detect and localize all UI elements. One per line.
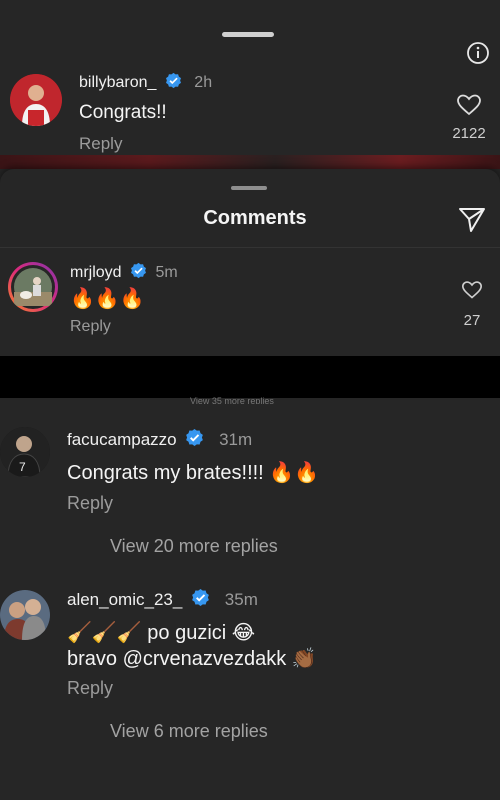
- reply-button[interactable]: Reply: [79, 134, 122, 154]
- comment-username[interactable]: mrjloyd 5m: [70, 262, 178, 282]
- comment-time: 31m: [219, 430, 253, 449]
- background-image-strip: [0, 155, 500, 169]
- comment-time: 5m: [155, 264, 178, 281]
- comment-time: 35m: [224, 590, 258, 609]
- username-text[interactable]: facucampazzo: [67, 430, 177, 449]
- comment-username[interactable]: facucampazzo 31m: [67, 428, 252, 450]
- verified-badge-icon: [192, 588, 209, 607]
- view-more-replies[interactable]: View 20 more replies: [110, 536, 278, 557]
- comment-username[interactable]: billybaron_ 2h: [79, 72, 212, 92]
- comment-text: Congrats!!: [79, 102, 167, 123]
- view-more-replies[interactable]: View 6 more replies: [110, 721, 268, 742]
- reply-button[interactable]: Reply: [67, 678, 113, 699]
- username-text[interactable]: billybaron_: [79, 74, 156, 91]
- comment-text: Congrats my brates!!!! 🔥🔥: [67, 462, 320, 484]
- hidden-view-replies[interactable]: View 35 more replies: [190, 397, 274, 404]
- avatar[interactable]: [0, 590, 50, 640]
- avatar[interactable]: [8, 262, 58, 312]
- username-text[interactable]: alen_omic_23_: [67, 590, 182, 609]
- svg-text:7: 7: [19, 460, 26, 474]
- verified-badge-icon: [186, 428, 204, 447]
- verified-badge-icon: [131, 262, 146, 279]
- username-text[interactable]: mrjloyd: [70, 264, 122, 281]
- black-bar: [0, 356, 500, 398]
- reply-button[interactable]: Reply: [70, 318, 111, 336]
- comment-text-line2: bravo @crvenazvezdakk 👏🏾: [67, 648, 317, 670]
- heart-icon[interactable]: [461, 280, 483, 300]
- like-count: 2122: [452, 125, 486, 142]
- verified-badge-icon: [165, 72, 181, 89]
- sheet-divider: [0, 247, 500, 248]
- like-count: 27: [463, 312, 481, 329]
- avatar[interactable]: [10, 74, 62, 126]
- heart-icon[interactable]: [456, 93, 482, 117]
- comment-username[interactable]: alen_omic_23_ 35m: [67, 588, 258, 610]
- top-drag-handle[interactable]: [222, 32, 274, 37]
- reply-button[interactable]: Reply: [67, 493, 113, 514]
- avatar[interactable]: 7: [0, 427, 50, 477]
- info-icon[interactable]: [466, 41, 490, 65]
- comment-text-line1: 🧹🧹🧹 po guzici 😂: [67, 622, 256, 644]
- sheet-title: Comments: [203, 207, 307, 229]
- sheet-drag-handle[interactable]: [231, 186, 267, 190]
- comment-time: 2h: [194, 74, 213, 91]
- comment-text: 🔥🔥🔥: [70, 288, 145, 310]
- share-icon[interactable]: [456, 203, 488, 235]
